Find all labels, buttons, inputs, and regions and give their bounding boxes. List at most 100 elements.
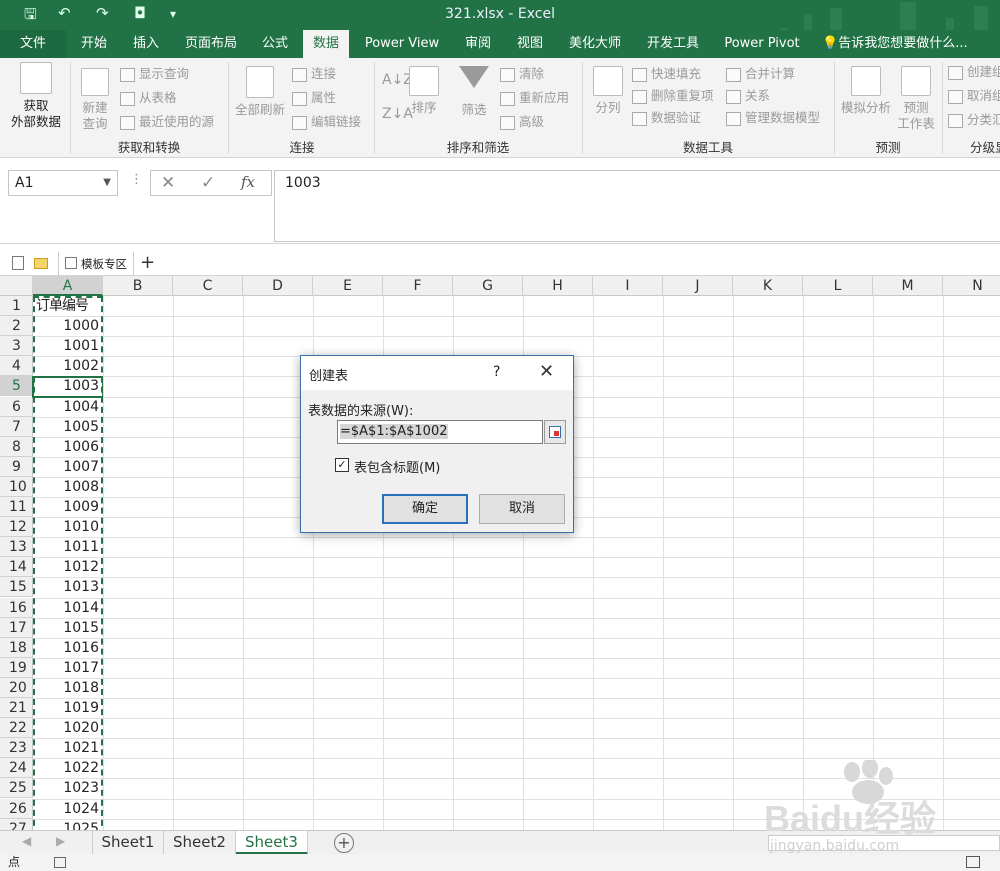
select-all-corner[interactable] (0, 276, 33, 296)
tab-power-view[interactable]: Power View (356, 30, 448, 58)
ok-button[interactable]: 确定 (382, 494, 468, 524)
row-header[interactable]: 5 (0, 376, 33, 397)
tab-page-layout[interactable]: 页面布局 (176, 30, 246, 58)
column-header[interactable]: N (943, 276, 1000, 296)
row-header[interactable]: 1 (0, 296, 33, 316)
row-header[interactable]: 11 (0, 497, 33, 517)
next-sheet-icon[interactable]: ▶ (56, 834, 65, 848)
refresh-all-button[interactable]: 全部刷新 (232, 66, 288, 118)
template-zone-tab[interactable]: 模板专区 (58, 252, 134, 276)
cancel-button[interactable]: 取消 (479, 494, 565, 524)
row-header[interactable]: 25 (0, 778, 33, 799)
new-file-icon[interactable] (12, 256, 24, 270)
column-header[interactable]: K (733, 276, 803, 296)
help-icon[interactable]: ? (493, 364, 500, 380)
row-header[interactable]: 26 (0, 798, 33, 819)
name-box[interactable]: A1 ▼ (8, 170, 118, 196)
manage-data-model-button[interactable]: 管理数据模型 (726, 108, 820, 128)
row-header[interactable]: 6 (0, 396, 33, 417)
edit-links-button[interactable]: 编辑链接 (292, 112, 361, 132)
clear-button[interactable]: 清除 (500, 64, 544, 84)
column-header[interactable]: M (873, 276, 943, 296)
sheet-tab-1[interactable]: Sheet1 (92, 831, 164, 855)
column-header[interactable]: A (33, 276, 103, 296)
tab-beautify-master[interactable]: 美化大师 (560, 30, 630, 58)
column-header[interactable]: G (453, 276, 523, 296)
collapse-dialog-button[interactable] (544, 420, 566, 444)
folder-icon[interactable] (34, 258, 48, 269)
column-header[interactable]: H (523, 276, 593, 296)
new-query-button[interactable]: 新建 查询 (74, 68, 116, 132)
ungroup-button[interactable]: 取消组 (948, 86, 1000, 106)
reapply-button[interactable]: 重新应用 (500, 88, 569, 108)
show-query-button[interactable]: 显示查询 (120, 64, 189, 84)
row-header[interactable]: 24 (0, 758, 33, 779)
row-header[interactable]: 9 (0, 456, 33, 477)
column-header[interactable]: I (593, 276, 663, 296)
row-header[interactable]: 23 (0, 738, 33, 759)
row-header[interactable]: 14 (0, 557, 33, 578)
connections-button[interactable]: 连接 (292, 64, 336, 84)
get-external-data-button[interactable]: 获取 外部数据 (4, 62, 68, 130)
enter-check-icon[interactable]: ✓ (201, 173, 215, 193)
tab-power-pivot[interactable]: Power Pivot (716, 30, 808, 58)
row-header[interactable]: 19 (0, 657, 33, 678)
row-header[interactable]: 10 (0, 476, 33, 497)
row-header[interactable]: 15 (0, 577, 33, 598)
from-table-button[interactable]: 从表格 (120, 88, 177, 108)
row-header[interactable]: 2 (0, 316, 33, 337)
column-header[interactable]: D (243, 276, 313, 296)
column-header[interactable]: L (803, 276, 873, 296)
flash-fill-button[interactable]: 快速填充 (632, 64, 701, 84)
filter-button[interactable]: 筛选 (454, 66, 494, 118)
close-icon[interactable]: ✕ (539, 361, 554, 382)
tab-file[interactable]: 文件 (0, 30, 66, 58)
advanced-button[interactable]: 高级 (500, 112, 544, 132)
relationships-button[interactable]: 关系 (726, 86, 770, 106)
insert-function-icon[interactable]: fx (241, 173, 255, 191)
text-to-columns-button[interactable]: 分列 (588, 66, 628, 116)
has-headers-label[interactable]: 表包含标题(M) (354, 457, 440, 476)
forecast-sheet-button[interactable]: 预测 工作表 (894, 66, 938, 132)
sheet-tab-2[interactable]: Sheet2 (164, 831, 236, 855)
drag-handle-icon[interactable]: ⋮ (130, 172, 143, 187)
tab-insert[interactable]: 插入 (122, 30, 170, 58)
remove-duplicates-button[interactable]: 删除重复项 (632, 86, 714, 106)
row-header[interactable]: 12 (0, 517, 33, 538)
row-header[interactable]: 8 (0, 436, 33, 457)
tab-home[interactable]: 开始 (70, 30, 118, 58)
row-header[interactable]: 27 (0, 818, 33, 830)
column-header[interactable]: E (313, 276, 383, 296)
chevron-down-icon[interactable]: ▼ (103, 171, 111, 195)
recent-sources-button[interactable]: 最近使用的源 (120, 112, 214, 132)
data-validation-button[interactable]: 数据验证 (632, 108, 701, 128)
has-headers-checkbox[interactable]: ✓ (335, 458, 349, 472)
row-header[interactable]: 22 (0, 718, 33, 739)
row-header[interactable]: 3 (0, 336, 33, 357)
add-tab-icon[interactable]: + (140, 252, 155, 274)
tab-data[interactable]: 数据 (303, 30, 349, 58)
formula-input[interactable]: 1003 (274, 170, 1000, 242)
row-header[interactable]: 17 (0, 617, 33, 638)
consolidate-button[interactable]: 合并计算 (726, 64, 795, 84)
add-sheet-icon[interactable]: + (334, 833, 354, 853)
row-header[interactable]: 21 (0, 698, 33, 718)
row-header[interactable]: 4 (0, 356, 33, 377)
row-header[interactable]: 16 (0, 597, 33, 618)
row-header[interactable]: 20 (0, 677, 33, 698)
group-button[interactable]: 创建组 (948, 62, 1000, 82)
column-header[interactable]: J (663, 276, 733, 296)
what-if-analysis-button[interactable]: 模拟分析 (838, 66, 894, 116)
subtotal-button[interactable]: 分类汇 (948, 110, 1000, 130)
column-header[interactable]: B (103, 276, 173, 296)
row-header[interactable]: 13 (0, 537, 33, 558)
tab-review[interactable]: 审阅 (456, 30, 500, 58)
tab-view[interactable]: 视图 (508, 30, 552, 58)
macro-record-icon[interactable] (54, 857, 66, 868)
tab-formulas[interactable]: 公式 (252, 30, 298, 58)
tell-me-box[interactable]: 💡告诉我您想要做什么... (822, 30, 968, 58)
column-header[interactable]: C (173, 276, 243, 296)
column-header[interactable]: F (383, 276, 453, 296)
row-header[interactable]: 18 (0, 637, 33, 658)
range-input[interactable]: =$A$1:$A$1002 (337, 420, 543, 444)
